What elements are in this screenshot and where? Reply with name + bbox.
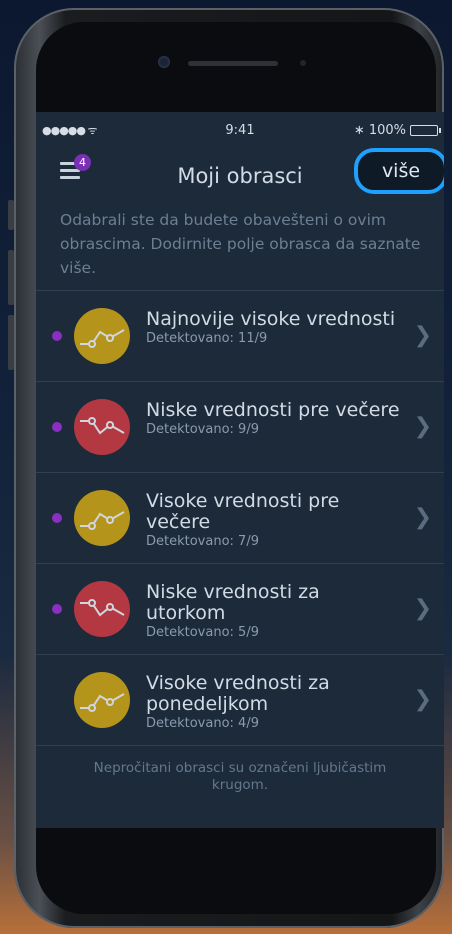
pattern-list-item[interactable]: Niske vrednosti pre večere Detektovano: 9…: [36, 382, 444, 473]
unread-dot: [52, 422, 62, 432]
chevron-right-icon: ❯: [413, 505, 432, 530]
low-trend-icon: [74, 399, 130, 455]
pattern-list: Najnovije visoke vrednosti Detektovano: 1…: [36, 291, 444, 746]
pattern-title: Najnovije visoke vrednosti: [146, 308, 396, 330]
pattern-text: Niske vrednosti za utorkom Detektovano: 5…: [146, 581, 404, 641]
high-trend-icon: [74, 490, 130, 546]
pattern-detected: Detektovano: 5/9: [146, 625, 259, 640]
unread-dot: [52, 604, 62, 614]
chevron-right-icon: ❯: [413, 687, 432, 712]
more-button[interactable]: više: [354, 148, 444, 194]
nav-bar: 4 Moji obrasci više: [36, 146, 444, 204]
volume-up-button: [8, 250, 14, 305]
pattern-title: Visoke vrednosti pre večere: [146, 490, 340, 533]
high-trend-icon: [74, 308, 130, 364]
front-camera: [158, 56, 170, 68]
bluetooth-icon: ∗: [353, 123, 365, 138]
battery-percent: 100%: [368, 123, 406, 138]
footer-note: Nepročitani obrasci su označeni ljubičas…: [93, 760, 387, 793]
pattern-list-item[interactable]: Niske vrednosti za utorkom Detektovano: 5…: [36, 564, 444, 655]
pattern-detected: Detektovano: 9/9: [146, 422, 259, 437]
chevron-right-icon: ❯: [413, 414, 432, 439]
low-trend-icon: [74, 581, 130, 637]
status-right: ∗ 100%: [353, 123, 441, 138]
high-trend-icon: [74, 672, 130, 728]
status-bar: ●●●●● ᯤ 9:41 ∗ 100%: [36, 112, 444, 146]
pattern-title: Niske vrednosti za utorkom: [146, 581, 320, 624]
app-screen: ●●●●● ᯤ 9:41 ∗ 100% 4 Moji obrasci više …: [36, 112, 444, 828]
volume-down-button: [8, 315, 14, 370]
chevron-right-icon: ❯: [413, 596, 432, 621]
pattern-detected: Detektovano: 4/9: [146, 716, 259, 731]
pattern-text: Visoke vrednosti za ponedeljkom Detektova…: [146, 672, 404, 732]
proximity-sensor: [300, 60, 306, 66]
chevron-right-icon: ❯: [413, 323, 432, 348]
pattern-detected: Detektovano: 11/9: [146, 331, 268, 346]
pattern-text: Najnovije visoke vrednosti Detektovano: 1…: [146, 308, 404, 347]
battery-icon: [410, 125, 441, 136]
unread-dot: [52, 331, 62, 341]
unread-dot: [52, 513, 62, 523]
pattern-list-item[interactable]: Najnovije visoke vrednosti Detektovano: 1…: [36, 291, 444, 382]
pattern-list-item[interactable]: Visoke vrednosti za ponedeljkom Detektova…: [36, 655, 444, 746]
pattern-text: Niske vrednosti pre večere Detektovano: 9…: [146, 399, 404, 438]
earpiece-speaker: [188, 61, 278, 66]
intro-text: Odabrali ste da budete obavešteni o ovim…: [36, 204, 444, 291]
mute-switch: [8, 200, 14, 230]
pattern-detected: Detektovano: 7/9: [146, 534, 259, 549]
pattern-title: Niske vrednosti pre večere: [146, 399, 400, 421]
pattern-title: Visoke vrednosti za ponedeljkom: [146, 672, 330, 715]
pattern-list-item[interactable]: Visoke vrednosti pre večere Detektovano: …: [36, 473, 444, 564]
pattern-text: Visoke vrednosti pre večere Detektovano: …: [146, 490, 404, 550]
